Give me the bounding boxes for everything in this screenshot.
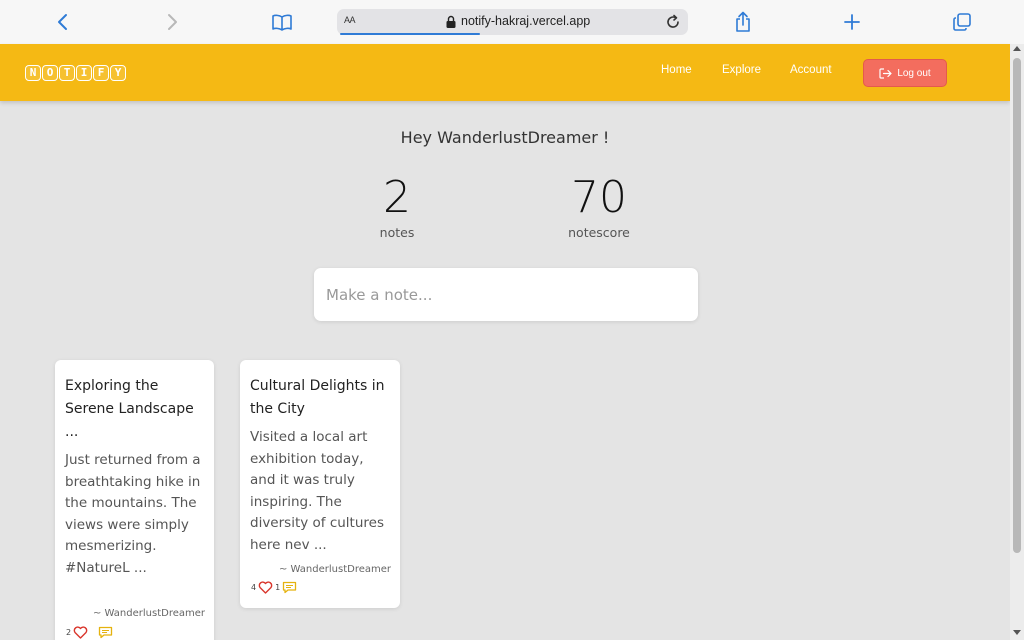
note-card[interactable]: Exploring the Serene Landscape ... Just … bbox=[55, 360, 214, 640]
logo-letter: T bbox=[59, 65, 75, 81]
note-meta: 2 bbox=[66, 626, 113, 639]
notes-count-label: notes bbox=[379, 225, 415, 240]
logo-letter: I bbox=[76, 65, 92, 81]
comment-count: 1 bbox=[275, 583, 281, 592]
note-body: Visited a local art exhibition today, an… bbox=[250, 429, 384, 553]
scrollbar-thumb[interactable] bbox=[1013, 58, 1021, 553]
nav-explore-link[interactable]: Explore bbox=[722, 64, 761, 76]
notify-logo[interactable]: N O T I F Y bbox=[25, 65, 126, 81]
note-body: Just returned from a breathtaking hike i… bbox=[65, 452, 201, 576]
notes-count: 2 bbox=[383, 172, 411, 223]
nav-home-link[interactable]: Home bbox=[661, 64, 692, 76]
like-count: 4 bbox=[251, 583, 257, 592]
notescore-label: notescore bbox=[568, 225, 630, 240]
note-title: Exploring the Serene Landscape ... bbox=[65, 378, 194, 440]
page-load-progress bbox=[340, 33, 480, 35]
logo-letter: Y bbox=[110, 65, 126, 81]
like-count: 2 bbox=[66, 628, 72, 637]
logo-letter: O bbox=[42, 65, 58, 81]
forward-icon[interactable] bbox=[158, 8, 186, 36]
comment-icon[interactable] bbox=[98, 626, 113, 639]
comment-icon[interactable] bbox=[282, 581, 297, 594]
lock-icon bbox=[446, 15, 456, 28]
nav-account-link[interactable]: Account bbox=[790, 64, 832, 76]
scroll-down-arrow-icon[interactable] bbox=[1013, 630, 1021, 635]
make-note-input[interactable] bbox=[314, 268, 698, 321]
note-author: ~ WanderlustDreamer bbox=[92, 608, 205, 619]
logo-letter: F bbox=[93, 65, 109, 81]
heart-icon[interactable] bbox=[258, 581, 273, 594]
back-icon[interactable] bbox=[49, 8, 77, 36]
note-title: Cultural Delights in the City bbox=[250, 378, 385, 417]
greeting-text: Hey WanderlustDreamer ! bbox=[400, 128, 610, 147]
bookmarks-icon[interactable] bbox=[268, 8, 296, 36]
logout-button[interactable]: Log out bbox=[863, 59, 947, 87]
reload-icon[interactable] bbox=[664, 13, 682, 31]
app-header: N O T I F Y Home Explore Account Log out bbox=[0, 44, 1010, 101]
reader-options-button[interactable]: AA bbox=[344, 14, 356, 26]
notescore-value: 70 bbox=[571, 172, 627, 223]
heart-icon[interactable] bbox=[73, 626, 88, 639]
tabs-icon[interactable] bbox=[948, 8, 976, 36]
url-text: notify-hakraj.vercel.app bbox=[461, 14, 591, 28]
share-icon[interactable] bbox=[729, 8, 757, 36]
logo-letter: N bbox=[25, 65, 41, 81]
note-card[interactable]: Cultural Delights in the City Visited a … bbox=[240, 360, 400, 608]
logout-label: Log out bbox=[897, 67, 931, 79]
note-author: ~ WanderlustDreamer bbox=[278, 564, 391, 575]
logout-icon bbox=[879, 67, 892, 79]
scroll-up-arrow-icon[interactable] bbox=[1013, 46, 1021, 51]
new-tab-icon[interactable] bbox=[838, 8, 866, 36]
browser-toolbar: AA notify-hakraj.vercel.app bbox=[0, 0, 1024, 44]
address-bar[interactable]: AA notify-hakraj.vercel.app bbox=[337, 9, 688, 35]
note-meta: 4 1 bbox=[251, 581, 297, 594]
